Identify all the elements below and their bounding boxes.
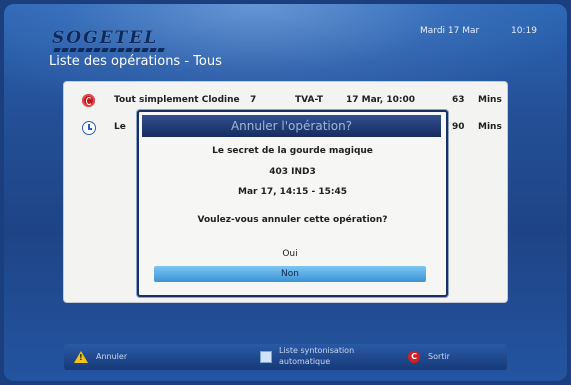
blue-key-icon xyxy=(260,351,272,363)
yes-button[interactable]: Oui xyxy=(154,246,426,262)
row-duration: 63 xyxy=(452,95,465,105)
cancel-operation-dialog: Annuler l'opération? Le secret de la gou… xyxy=(137,110,448,297)
record-icon xyxy=(82,94,95,107)
footer-exit-label: Sortir xyxy=(428,352,450,361)
row-title: Le xyxy=(114,122,126,132)
footer-exit[interactable]: C Sortir xyxy=(408,344,488,370)
row-duration-unit: Mins xyxy=(478,95,502,105)
schedule-time: Mar 17, 14:15 - 15:45 xyxy=(238,187,347,197)
clock-icon xyxy=(82,121,96,135)
footer-auto-tune-list[interactable]: Liste syntonisation automatique xyxy=(260,344,400,370)
list-item[interactable]: Tout simplement Clodine 7 TVA-T 17 Mar, … xyxy=(74,91,504,111)
row-datetime: 17 Mar, 10:00 xyxy=(346,95,416,105)
row-duration-unit: Mins xyxy=(478,122,502,132)
footer-sync-label-2: automatique xyxy=(279,357,331,366)
no-button[interactable]: Non xyxy=(154,266,426,282)
logo-underline xyxy=(53,48,167,52)
row-title: Tout simplement Clodine xyxy=(114,95,240,105)
program-name: Le secret de la gourde magique xyxy=(212,146,373,156)
current-date: Mardi 17 Mar xyxy=(420,26,480,36)
footer-key-legend: Annuler Liste syntonisation automatique … xyxy=(64,344,507,370)
logo-text: SOGETEL xyxy=(52,28,159,48)
dialog-title: Annuler l'opération? xyxy=(142,115,441,137)
row-channel: TVA-T xyxy=(295,95,324,105)
channel-info: 403 IND3 xyxy=(269,167,316,177)
current-time: 10:19 xyxy=(511,26,537,36)
confirm-question: Voulez-vous annuler cette opération? xyxy=(197,215,388,225)
footer-sync-label-1: Liste syntonisation xyxy=(279,346,355,355)
tv-screen: SOGETEL Mardi 17 Mar 10:19 Liste des opé… xyxy=(4,4,567,381)
footer-cancel[interactable]: Annuler xyxy=(74,344,164,370)
footer-cancel-label: Annuler xyxy=(96,352,128,361)
exit-key-icon: C xyxy=(408,351,420,363)
page-title: Liste des opérations - Tous xyxy=(49,54,222,69)
sogetel-logo: SOGETEL xyxy=(52,28,172,56)
row-episode: 7 xyxy=(250,95,257,105)
warning-icon xyxy=(74,351,88,363)
row-duration: 90 xyxy=(452,122,465,132)
